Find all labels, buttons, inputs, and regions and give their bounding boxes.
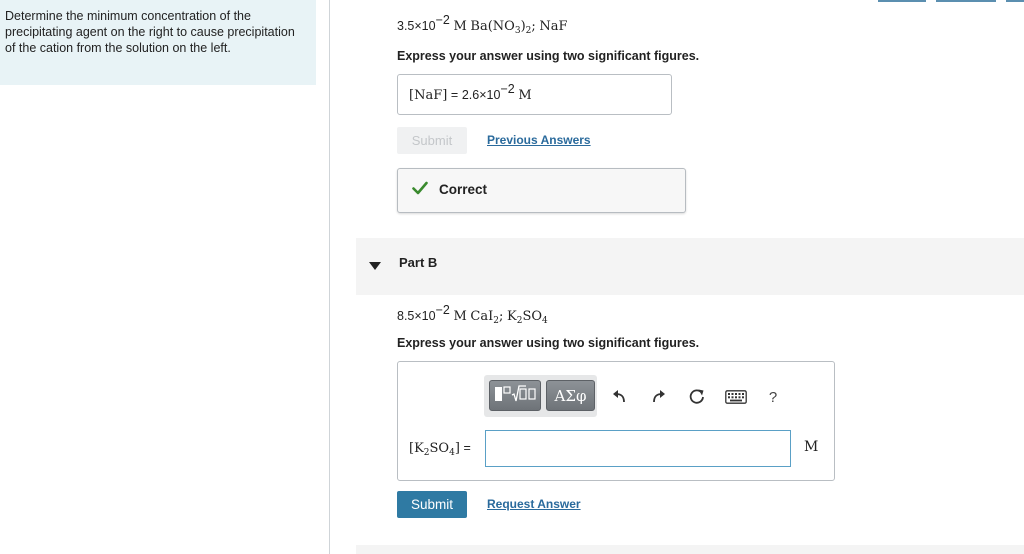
reset-icon[interactable] <box>687 386 707 408</box>
part-b-instruction: Express your answer using two significan… <box>397 336 700 350</box>
next-section-strip <box>356 545 1024 554</box>
request-answer-link[interactable]: Request Answer <box>487 497 581 511</box>
nav-tab-stub[interactable] <box>936 0 996 2</box>
nav-tab-stub[interactable] <box>1006 0 1024 2</box>
part-b-input-label: [K2SO4] = <box>409 441 471 458</box>
question-text: Determine the minimum concentration of t… <box>5 9 295 55</box>
help-icon[interactable]: ? <box>763 386 783 408</box>
part-a-submit-button[interactable]: Submit <box>397 127 467 154</box>
part-b-header[interactable]: Part B <box>356 238 1024 295</box>
math-toolbar: ΑΣφ <box>484 375 597 417</box>
part-b-formula: 8.5×10−2 M CaI2; K2SO4 <box>397 303 548 326</box>
nav-tab-stub[interactable] <box>878 0 926 2</box>
collapse-triangle-icon[interactable] <box>369 258 381 276</box>
templates-icon <box>493 382 537 409</box>
part-a-formula: 3.5×10−2 M Ba(NO3)2; NaF <box>397 13 568 36</box>
panel-divider <box>329 0 330 554</box>
part-b-submit-button[interactable]: Submit <box>397 491 467 518</box>
undo-icon[interactable] <box>610 386 630 408</box>
redo-icon[interactable] <box>648 386 668 408</box>
part-b-title: Part B <box>399 255 438 270</box>
templates-button[interactable] <box>489 380 541 411</box>
part-b-unit: M <box>804 439 819 455</box>
question-panel: Determine the minimum concentration of t… <box>0 0 316 85</box>
keyboard-icon[interactable] <box>724 386 748 408</box>
part-a-instruction: Express your answer using two significan… <box>397 49 700 63</box>
greek-symbols-button[interactable]: ΑΣφ <box>546 380 595 411</box>
previous-answers-link[interactable]: Previous Answers <box>487 133 591 147</box>
part-a-answer-box: [NaF] = 2.6×10−2 M <box>397 74 672 115</box>
part-b-answer-input[interactable] <box>485 430 791 467</box>
part-a-answer: [NaF] = 2.6×10−2 M <box>409 82 532 103</box>
checkmark-icon <box>412 181 428 200</box>
feedback-correct-box: Correct <box>397 168 686 213</box>
feedback-text: Correct <box>439 182 488 197</box>
